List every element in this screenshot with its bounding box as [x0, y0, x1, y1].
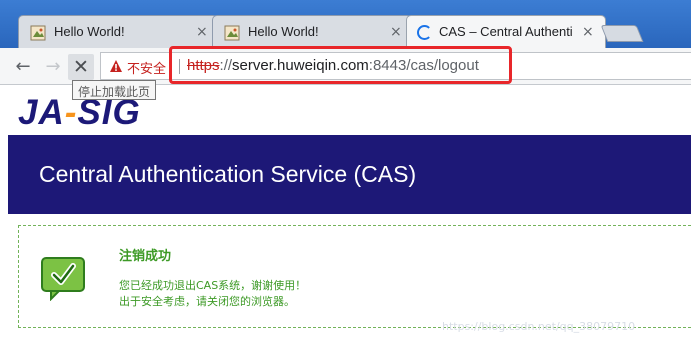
new-tab-button[interactable] — [600, 25, 644, 42]
page-title: Central Authentication Service (CAS) — [39, 161, 417, 187]
forward-button[interactable]: → — [40, 54, 66, 80]
success-text-line1: 您已经成功退出CAS系统，谢谢使用！ — [119, 279, 307, 292]
cas-header-banner: Central Authentication Service (CAS) — [8, 135, 691, 214]
tab-title: Hello World! — [54, 24, 125, 39]
url-highlight-annotation — [169, 46, 512, 84]
stop-loading-button[interactable]: ✕ — [68, 54, 94, 80]
tab-title: Hello World! — [248, 24, 319, 39]
tab-strip: Hello World! × Hello World! × CAS – Cent… — [0, 0, 691, 49]
page-favicon-icon — [30, 25, 46, 41]
close-icon[interactable]: × — [390, 24, 402, 40]
logo-left: JA — [18, 93, 65, 132]
success-text-line2: 出于安全考虑，请关闭您的浏览器。 — [119, 295, 295, 308]
tab-title: CAS – Central Authentication Service — [439, 24, 572, 39]
success-heading: 注销成功 — [119, 249, 172, 264]
page-favicon-icon — [224, 25, 240, 41]
logout-success-message: 注销成功 您已经成功退出CAS系统，谢谢使用！ 出于安全考虑，请关闭您的浏览器。 — [18, 225, 691, 328]
stop-tooltip: 停止加载此页 — [72, 80, 157, 100]
tab-hello-world-2[interactable]: Hello World! × — [212, 15, 412, 48]
back-button[interactable]: ← — [10, 54, 36, 80]
not-secure-label[interactable]: 不安全 — [127, 58, 166, 77]
warning-icon — [110, 60, 122, 72]
tab-cas-active[interactable]: CAS – Central Authentication Service × — [406, 15, 606, 49]
close-icon[interactable]: × — [196, 24, 208, 40]
close-icon[interactable]: × — [582, 24, 594, 40]
checkmark-icon — [41, 257, 85, 301]
tab-hello-world-1[interactable]: Hello World! × — [18, 15, 218, 48]
source-watermark: https://blog.csdn.net/qq_38079710 — [442, 320, 636, 333]
loading-spinner-icon — [417, 25, 432, 40]
